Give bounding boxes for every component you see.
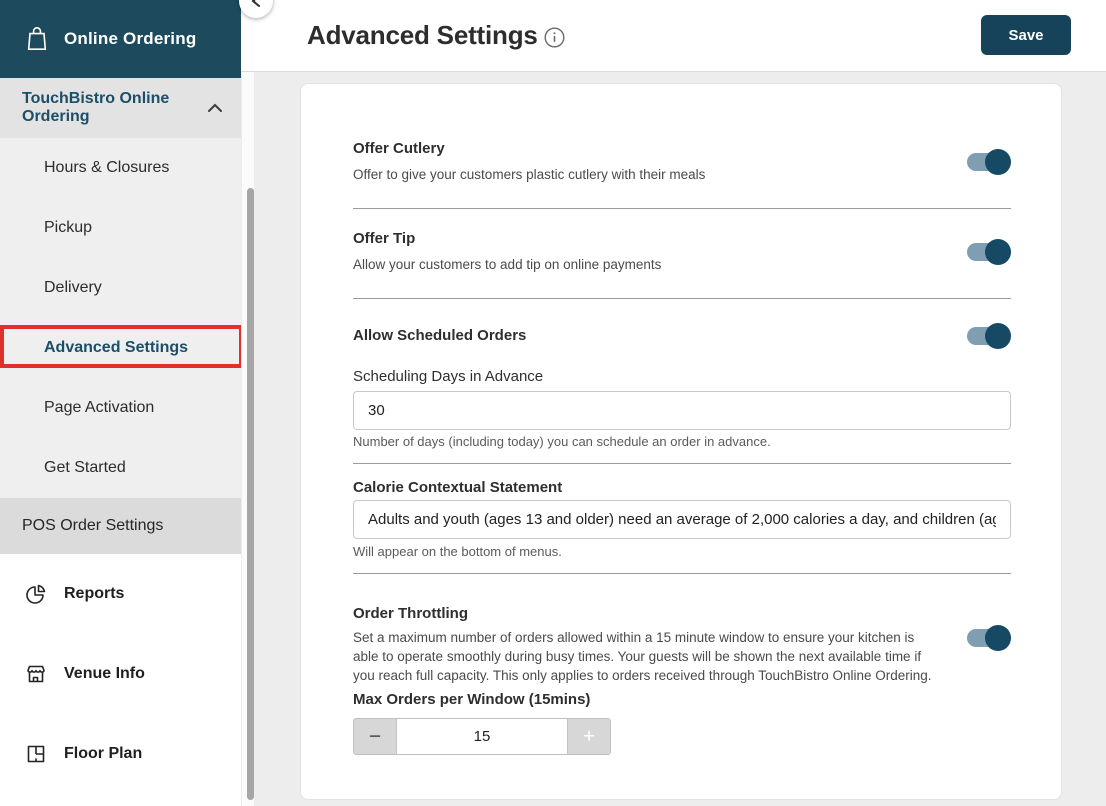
sidebar-item-label: Advanced Settings [44, 339, 189, 356]
sidebar-item-label: Delivery [44, 279, 102, 296]
sidebar-header-label: Online Ordering [64, 29, 197, 48]
page-header: Advanced Settings Save [241, 0, 1106, 72]
allow-scheduled-orders-toggle[interactable] [967, 322, 1011, 349]
max-orders-stepper: − 15 + [353, 718, 611, 756]
sidebar-group-label: TouchBistro Online Ordering [22, 89, 170, 125]
scheduling-days-helper: Number of days (including today) you can… [353, 433, 771, 449]
max-orders-value[interactable]: 15 [397, 719, 567, 754]
increment-button[interactable]: + [567, 719, 610, 755]
toggle-knob [985, 239, 1011, 266]
offer-cutlery-toggle[interactable] [967, 149, 1011, 176]
max-orders-label: Max Orders per Window (15mins) [353, 691, 591, 709]
offer-tip-description: Allow your customers to add tip on onlin… [353, 256, 662, 272]
sidebar-item-pos-order-settings[interactable]: POS Order Settings [0, 498, 241, 554]
sidebar-item-label: Hours & Closures [44, 159, 170, 176]
decrement-button[interactable]: − [354, 719, 397, 755]
calorie-statement-input[interactable] [353, 499, 1011, 539]
offer-cutlery-label: Offer Cutlery [353, 140, 445, 157]
order-throttling-description: Set a maximum number of orders allowed w… [353, 629, 932, 683]
info-icon[interactable] [544, 27, 565, 48]
divider [353, 462, 1011, 464]
order-throttling-toggle[interactable] [967, 624, 1011, 651]
sidebar-item-label: Reports [64, 585, 125, 602]
setting-row-allow-scheduled-orders: Allow Scheduled Orders [353, 322, 1011, 349]
app-window: Online Ordering TouchBistro Online Order… [0, 0, 1106, 806]
sidebar-group-touchbistro-online-ordering[interactable]: TouchBistro Online Ordering [0, 78, 241, 138]
sidebar-item-advanced-settings[interactable]: Advanced Settings [0, 318, 241, 378]
toggle-knob [985, 149, 1011, 176]
sidebar-item-label: Venue Info [64, 665, 145, 682]
divider [353, 297, 1011, 299]
offer-tip-label: Offer Tip [353, 229, 416, 247]
sidebar-item-label: Page Activation [44, 399, 155, 416]
sidebar-bottom-section: Reports Venue Info Floor Plan [0, 554, 241, 806]
sidebar-item-label: Pickup [44, 219, 93, 236]
sidebar-item-page-activation[interactable]: Page Activation [0, 378, 241, 438]
chevron-left-icon [251, 0, 260, 7]
sidebar-item-get-started[interactable]: Get Started [0, 438, 241, 498]
divider [353, 207, 1011, 209]
shopping-bag-icon [24, 25, 50, 53]
chevron-up-icon [207, 103, 223, 113]
floor-plan-icon [24, 742, 48, 766]
sidebar-item-reports[interactable]: Reports [0, 554, 241, 634]
sidebar-header: Online Ordering [0, 0, 241, 78]
save-button[interactable]: Save [981, 15, 1071, 55]
calorie-statement-helper: Will appear on the bottom of menus. [353, 543, 562, 559]
sidebar: Online Ordering TouchBistro Online Order… [0, 0, 241, 806]
sidebar-item-label: Get Started [44, 459, 126, 476]
page-title: Advanced Settings [307, 20, 538, 50]
offer-cutlery-description: Offer to give your customers plastic cut… [353, 167, 706, 182]
advanced-settings-card: Offer Cutlery Offer to give your custome… [300, 83, 1062, 800]
divider [353, 572, 1011, 574]
order-throttling-label: Order Throttling [353, 604, 468, 622]
setting-row-offer-tip: Offer Tip Allow your customers to add ti… [353, 230, 1011, 275]
offer-tip-toggle[interactable] [967, 239, 1011, 266]
calorie-statement-label: Calorie Contextual Statement [353, 478, 563, 496]
pie-chart-icon [24, 582, 48, 606]
sidebar-item-venue-info[interactable]: Venue Info [0, 634, 241, 714]
sidebar-item-delivery[interactable]: Delivery [0, 258, 241, 318]
allow-scheduled-orders-label: Allow Scheduled Orders [353, 327, 527, 345]
setting-row-offer-cutlery: Offer Cutlery Offer to give your custome… [353, 140, 1011, 185]
scheduling-days-label: Scheduling Days in Advance [353, 367, 544, 385]
storefront-icon [24, 662, 48, 686]
setting-row-order-throttling: Order Throttling Set a maximum number of… [353, 605, 1011, 686]
scheduling-days-input[interactable] [353, 390, 1011, 430]
sidebar-item-pickup[interactable]: Pickup [0, 198, 241, 258]
toggle-knob [985, 624, 1011, 651]
sidebar-item-label: POS Order Settings [22, 517, 164, 534]
sidebar-item-floor-plan[interactable]: Floor Plan [0, 714, 241, 794]
sidebar-scrollbar-thumb[interactable] [247, 188, 254, 800]
sidebar-item-label: Floor Plan [64, 745, 143, 762]
toggle-knob [985, 322, 1011, 349]
sidebar-item-hours-closures[interactable]: Hours & Closures [0, 138, 241, 198]
